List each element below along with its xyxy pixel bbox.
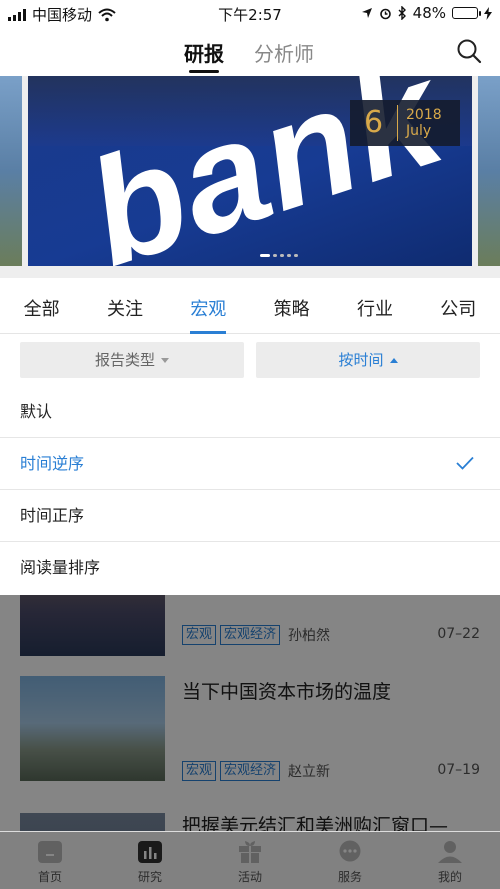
charging-icon: [484, 6, 492, 20]
bluetooth-icon: [398, 6, 406, 20]
sort-option-default[interactable]: 默认: [0, 386, 500, 438]
banner-slide[interactable]: bank 6 2018 July: [28, 76, 472, 266]
next-banner-peek[interactable]: [478, 76, 500, 266]
active-tab-indicator: [189, 70, 219, 73]
category-tab-active[interactable]: 宏观: [167, 278, 250, 334]
banner-year: 2018: [406, 107, 442, 123]
category-tab[interactable]: 公司: [417, 278, 500, 333]
battery-percent: 48%: [412, 4, 446, 22]
battery-icon: [452, 7, 481, 19]
location-icon: [361, 8, 372, 18]
caret-down-icon: [161, 358, 169, 363]
sort-dropdown: 默认 时间逆序 时间正序 阅读量排序: [0, 386, 500, 594]
top-nav: 研报 分析师: [0, 26, 500, 76]
category-tab[interactable]: 行业: [333, 278, 416, 333]
sort-by-time-filter[interactable]: 按时间: [256, 342, 480, 378]
sort-option-read-count[interactable]: 阅读量排序: [0, 542, 500, 594]
category-tab[interactable]: 关注: [83, 278, 166, 333]
status-bar: 中国移动 下午2:57 48%: [0, 0, 500, 26]
tab-research-reports[interactable]: 研报: [184, 38, 224, 67]
filter-bar: 报告类型 按时间: [0, 334, 500, 386]
report-type-filter[interactable]: 报告类型: [20, 342, 244, 378]
tabbar-dim-overlay: [0, 832, 500, 889]
checkmark-icon: [456, 456, 474, 470]
alarm-icon: [379, 8, 391, 19]
banner-day: 6: [350, 105, 398, 141]
prev-banner-peek[interactable]: [0, 76, 22, 266]
banner-carousel[interactable]: bank 6 2018 July: [0, 76, 500, 278]
bottom-tab-bar: 首页 研究 活动 服务 我的: [0, 831, 500, 889]
category-tabs: 全部 关注 宏观 策略 行业 公司: [0, 278, 500, 334]
category-tab[interactable]: 策略: [250, 278, 333, 333]
banner-date-box: 6 2018 July: [350, 100, 460, 146]
sort-option-time-desc[interactable]: 时间逆序: [0, 438, 500, 490]
tab-analysts[interactable]: 分析师: [254, 38, 314, 67]
search-icon[interactable]: [456, 38, 482, 64]
banner-month: July: [406, 123, 432, 139]
sort-option-time-asc[interactable]: 时间正序: [0, 490, 500, 542]
category-tab[interactable]: 全部: [0, 278, 83, 333]
dim-overlay[interactable]: [0, 595, 500, 831]
carousel-indicator: [260, 254, 298, 257]
caret-up-icon: [389, 358, 398, 363]
